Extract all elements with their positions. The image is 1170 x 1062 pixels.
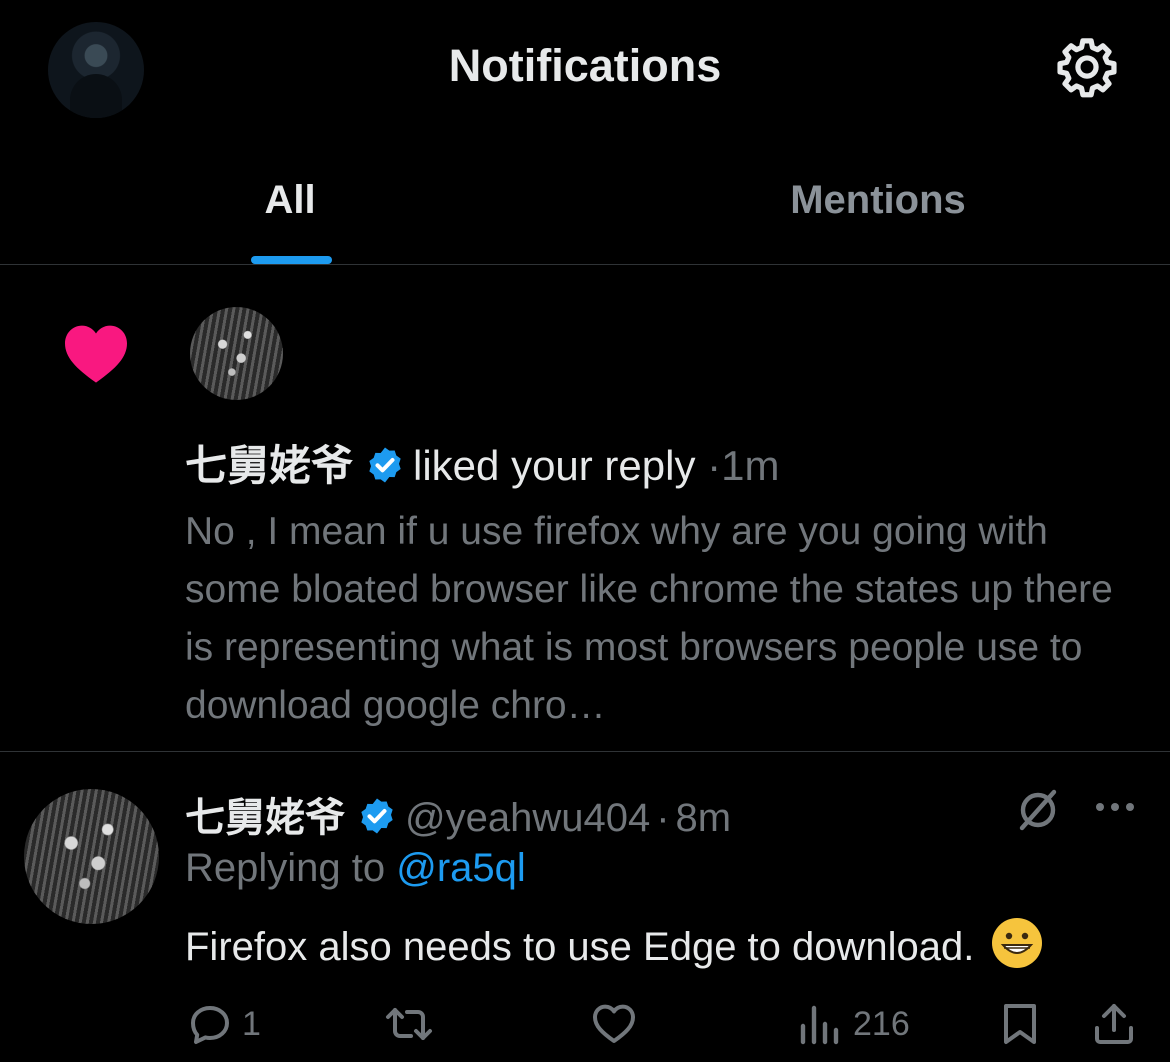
gear-icon[interactable] <box>1054 34 1120 100</box>
tweet-text[interactable]: Firefox also needs to use Edge to downlo… <box>185 918 1043 970</box>
views-button[interactable]: 216 <box>795 1000 910 1048</box>
replying-handle-link[interactable]: @ra5ql <box>396 846 526 890</box>
grinning-face-icon <box>992 918 1043 968</box>
tab-all[interactable]: All <box>200 178 380 223</box>
time-ago: 1m <box>721 442 780 489</box>
verified-badge-icon <box>369 447 401 483</box>
tab-mentions[interactable]: Mentions <box>740 178 1016 223</box>
like-notification-line[interactable]: 七舅姥爷 liked your reply ·1m <box>185 432 780 493</box>
share-icon <box>1095 1004 1133 1044</box>
share-button[interactable] <box>1090 1000 1138 1048</box>
separator: · <box>707 442 722 489</box>
reply-button[interactable]: 1 <box>186 1000 261 1048</box>
grok-icon[interactable] <box>1014 786 1062 834</box>
active-tab-indicator <box>251 256 332 264</box>
tweet-body: Firefox also needs to use Edge to downlo… <box>185 925 975 969</box>
notification-divider <box>0 751 1170 752</box>
separator: · <box>656 796 670 840</box>
retweet-button[interactable] <box>385 1000 433 1048</box>
user-handle[interactable]: @yeahwu404 <box>405 796 650 840</box>
user-name[interactable]: 七舅姥爷 <box>185 796 345 840</box>
bookmark-icon <box>1004 1004 1036 1044</box>
views-count: 216 <box>853 1004 910 1043</box>
tweet-author-avatar[interactable] <box>24 789 159 924</box>
tweet-header: 七舅姥爷 @yeahwu404 · 8m <box>185 785 731 843</box>
heart-outline-icon <box>593 1004 635 1043</box>
liked-reply-preview[interactable]: No , I mean if u use firefox why are you… <box>185 503 1145 735</box>
replying-to-line: Replying to @ra5ql <box>185 846 526 891</box>
more-icon[interactable] <box>1094 800 1136 814</box>
retweet-icon <box>386 1008 432 1040</box>
reply-count: 1 <box>242 1004 261 1043</box>
page-title: Notifications <box>448 40 722 91</box>
verified-badge-icon <box>361 798 393 834</box>
heart-icon <box>65 325 127 383</box>
views-chart-icon <box>800 1005 839 1045</box>
bookmark-button[interactable] <box>996 1000 1044 1048</box>
time-ago: 8m <box>675 796 732 840</box>
like-button[interactable] <box>590 1000 638 1048</box>
liked-action-text: liked your reply <box>413 442 696 489</box>
replying-prefix: Replying to <box>185 846 386 890</box>
tabs-divider <box>0 264 1170 265</box>
reply-icon <box>191 1006 229 1044</box>
liker-avatar[interactable] <box>190 307 283 400</box>
user-name[interactable]: 七舅姥爷 <box>185 442 353 489</box>
